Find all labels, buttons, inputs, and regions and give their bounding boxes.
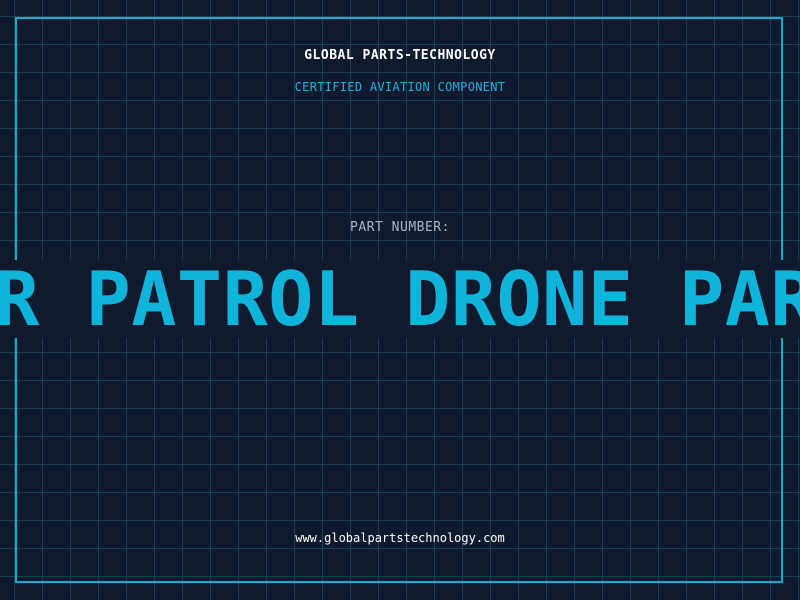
part-number-scrolling-text: PAR PATROL DRONE PAR: [0, 260, 800, 338]
part-number-label: PART NUMBER:: [350, 220, 450, 235]
part-number-ticker: PAR PATROL DRONE PAR: [0, 260, 800, 338]
company-name: GLOBAL PARTS-TECHNOLOGY: [304, 48, 496, 63]
website-url: www.globalpartstechnology.com: [295, 531, 505, 545]
certification-tagline: CERTIFIED AVIATION COMPONENT: [294, 80, 506, 94]
